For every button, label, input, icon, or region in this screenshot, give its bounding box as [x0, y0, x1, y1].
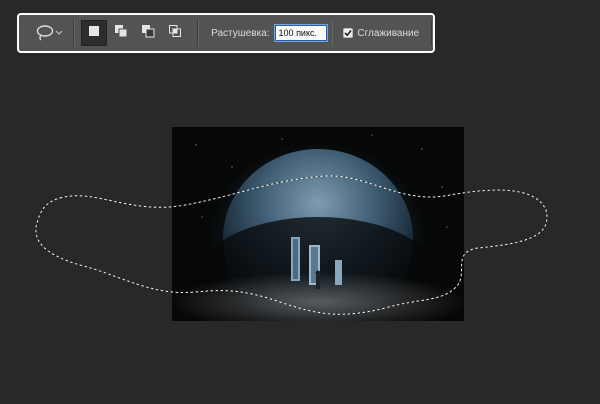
separator: [431, 20, 433, 46]
new-selection-button[interactable]: [81, 20, 108, 46]
separator: [73, 20, 76, 46]
feather-label: Растушевка:: [211, 27, 270, 39]
add-to-selection-button[interactable]: [108, 20, 134, 46]
add-to-selection-icon: [114, 24, 128, 43]
chevron-down-icon: [55, 30, 63, 36]
selection-mode-group: [81, 20, 189, 46]
antialias-toggle[interactable]: Сглаживание: [343, 28, 419, 39]
checkmark-icon: [344, 29, 353, 37]
antialias-checkbox[interactable]: [343, 28, 354, 38]
subtract-from-selection-button[interactable]: [135, 20, 161, 46]
tool-preset-picker[interactable]: [35, 20, 65, 46]
intersect-with-selection-icon: [168, 24, 182, 43]
subtract-from-selection-icon: [141, 24, 155, 43]
feather-input[interactable]: [274, 25, 327, 41]
intersect-with-selection-button[interactable]: [162, 20, 188, 46]
space-scene-image: [172, 127, 464, 321]
separator: [197, 20, 200, 46]
canvas-image[interactable]: [172, 127, 464, 321]
new-selection-icon: [88, 24, 100, 42]
lasso-icon: [35, 24, 55, 42]
separator: [331, 20, 334, 46]
options-bar: Растушевка: Сглаживание: [17, 13, 435, 53]
antialias-label: Сглаживание: [357, 27, 420, 39]
